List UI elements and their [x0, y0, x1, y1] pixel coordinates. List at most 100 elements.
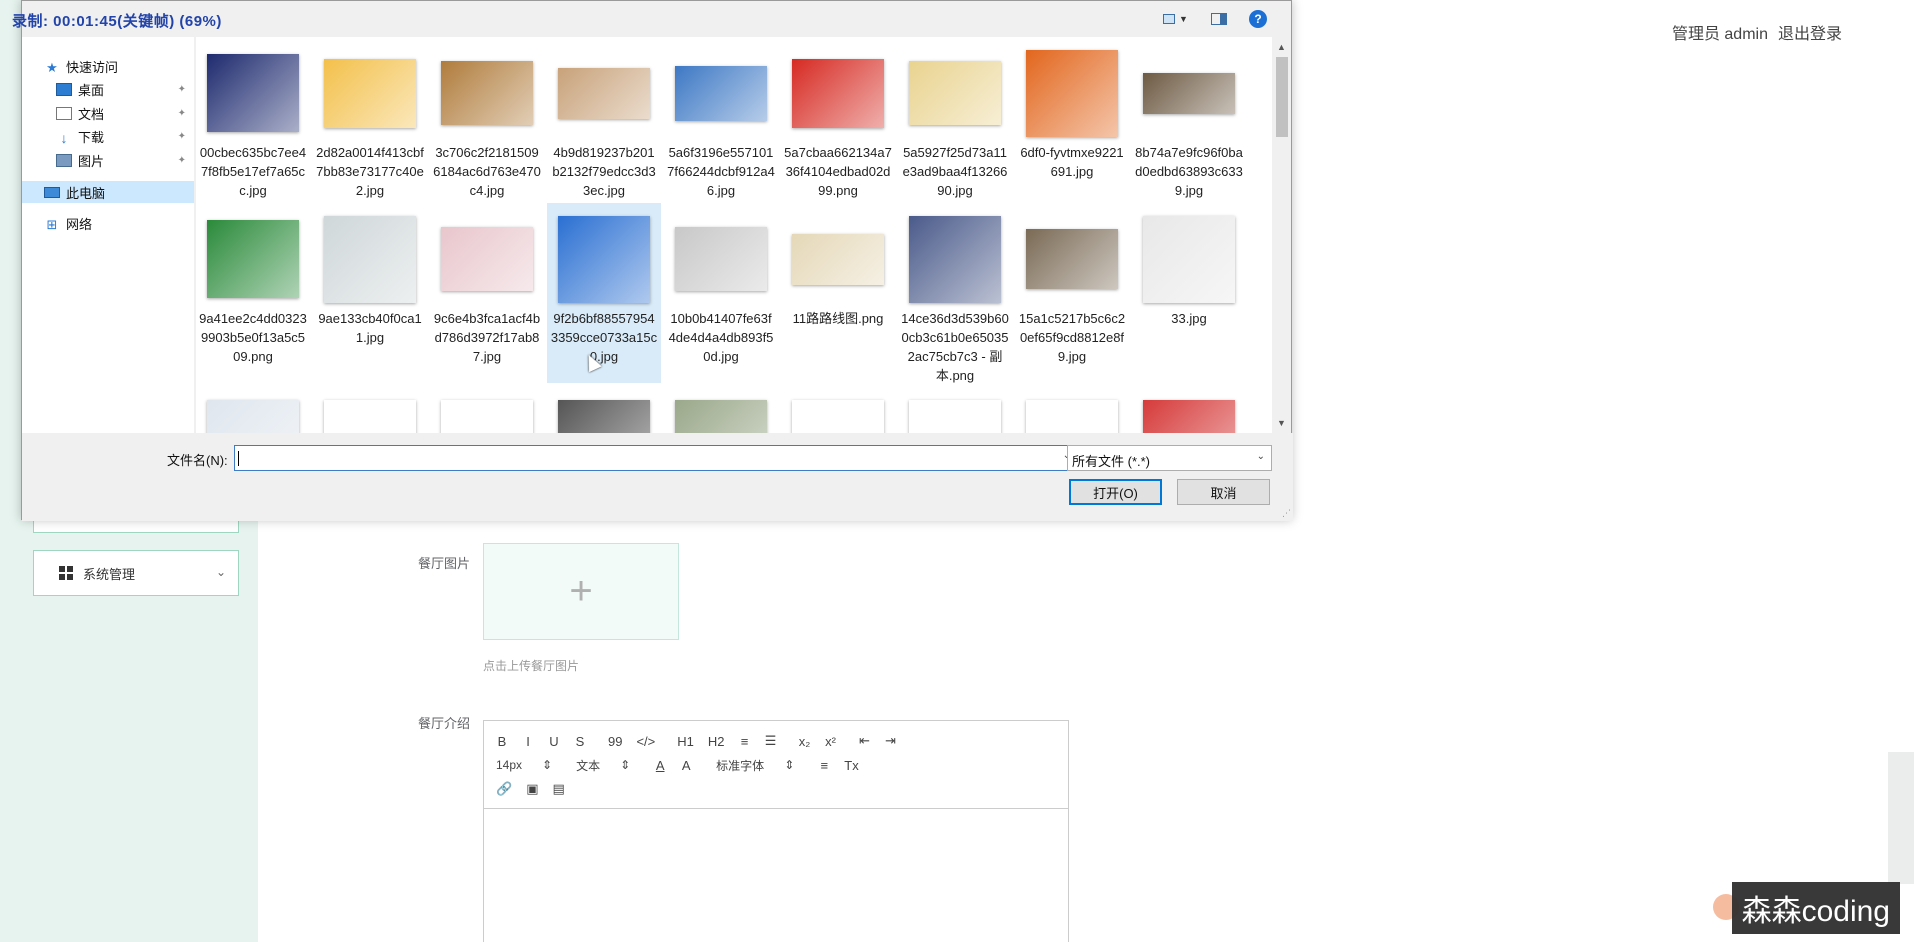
network-icon: ⊞ [46, 216, 58, 232]
file-item[interactable]: 4b9d819237b201b2132f79edcc3d33ec.jpg [547, 37, 661, 201]
file-thumbnail [673, 393, 769, 433]
editor-toolbar-button[interactable]: ⇥ [885, 733, 897, 749]
dialog-toolbar: ▼ ? [1163, 10, 1267, 28]
file-item[interactable] [313, 385, 427, 433]
file-name: 8b74a7e9fc96f0bad0edbd63893c6339.jpg [1135, 145, 1243, 198]
file-name: 2d82a0014f413cbf7bb83e73177c40e2.jpg [316, 145, 424, 198]
file-item[interactable] [664, 385, 778, 433]
nav-network[interactable]: ⊞ 网络 [22, 212, 194, 234]
file-item[interactable]: 2d82a0014f413cbf7bb83e73177c40e2.jpg [313, 37, 427, 201]
scroll-up-icon[interactable]: ▲ [1272, 39, 1291, 55]
filetype-select[interactable]: 所有文件 (*.*) ⌄ [1067, 445, 1272, 471]
preview-pane-icon[interactable] [1211, 13, 1227, 25]
text-caret [238, 451, 239, 466]
scroll-down-icon[interactable]: ▼ [1272, 415, 1291, 431]
file-item[interactable]: 5a7cbaa662134a736f4104edbad02d99.png [781, 37, 895, 201]
editor-insert-button[interactable]: ▣ [526, 781, 538, 797]
clear-format-button[interactable]: Tx [844, 758, 858, 773]
text-style-select[interactable]: 文本 ⇕ [576, 757, 630, 774]
editor-toolbar-button[interactable]: 99 [608, 734, 622, 749]
file-thumbnail [673, 211, 769, 307]
file-item[interactable]: 9f2b6bf885579543359cce0733a15c0.jpg [547, 203, 661, 383]
file-item[interactable] [1132, 385, 1246, 433]
editor-insert-button[interactable]: ▤ [552, 781, 564, 797]
view-mode-icon[interactable]: ▼ [1163, 12, 1189, 26]
pin-icon: ✦ [177, 154, 186, 166]
sidebar-item-system-management[interactable]: 系统管理 ⌄ [33, 550, 239, 596]
file-item[interactable]: 00cbec635bc7ee47f8fb5e17ef7a65cc.jpg [196, 37, 310, 201]
desktop-icon [56, 82, 72, 96]
image-icon [1026, 229, 1118, 289]
nav-documents[interactable]: 文档 ✦ [22, 102, 194, 124]
file-item[interactable]: 15a1c5217b5c6c20ef65f9cd8812e8f9.jpg [1015, 203, 1129, 383]
file-item[interactable] [898, 385, 1012, 433]
file-item[interactable]: 8b74a7e9fc96f0bad0edbd63893c6339.jpg [1132, 37, 1246, 201]
restaurant-image-label: 餐厅图片 [418, 556, 471, 571]
editor-toolbar-button[interactable]: ☰ [765, 733, 777, 749]
editor-toolbar-button[interactable]: H1 [677, 734, 694, 749]
file-name: 5a5927f25d73a11e3ad9baa4f1326690.jpg [902, 145, 1008, 198]
file-item[interactable]: 5a6f3196e5571017f66244dcbf912a46.jpg [664, 37, 778, 201]
editor-toolbar-button[interactable]: U [548, 734, 560, 749]
logout-link[interactable]: 退出登录 [1778, 20, 1842, 44]
file-item[interactable] [196, 385, 310, 433]
editor-toolbar-button[interactable]: H2 [708, 734, 725, 749]
file-thumbnail [790, 211, 886, 307]
file-item[interactable]: 33.jpg [1132, 203, 1246, 383]
upload-tip: 点击上传餐厅图片 [483, 659, 580, 673]
vertical-scrollbar[interactable]: ▲ ▼ [1272, 37, 1291, 433]
nav-quick-access[interactable]: ★ 快速访问 [22, 55, 194, 77]
resize-grip-icon[interactable]: ⋰ [1282, 508, 1291, 519]
cancel-button[interactable]: 取消 [1177, 479, 1270, 505]
editor-toolbar-button[interactable]: x₂ [799, 734, 811, 749]
file-item[interactable]: 11路路线图.png [781, 203, 895, 383]
align-button[interactable]: ≡ [818, 758, 830, 773]
file-item[interactable]: 6df0-fyvtmxe9221691.jpg [1015, 37, 1129, 201]
pictures-icon [56, 153, 72, 167]
scroll-thumb[interactable] [1276, 57, 1288, 137]
file-name: 10b0b41407fe63f4de4d4a4db893f50d.jpg [668, 311, 774, 364]
background-color-button[interactable]: A [680, 758, 692, 773]
editor-insert-button[interactable]: 🔗 [496, 781, 512, 797]
filename-input[interactable]: ⌄ [234, 445, 1078, 471]
help-icon[interactable]: ? [1249, 10, 1267, 28]
file-thumbnail [322, 393, 418, 433]
image-icon [324, 399, 416, 433]
open-button[interactable]: 打开(O) [1069, 479, 1162, 505]
editor-toolbar-button[interactable]: ⇤ [859, 733, 871, 749]
file-name: 11路路线图.png [792, 311, 884, 326]
file-item[interactable]: 9ae133cb40f0ca11.jpg [313, 203, 427, 383]
file-item[interactable]: 14ce36d3d539b600cb3c61b0e650352ac75cb7c3… [898, 203, 1012, 383]
file-item[interactable] [547, 385, 661, 433]
editor-toolbar-button[interactable]: ≡ [739, 734, 751, 749]
editor-toolbar-button[interactable]: S [574, 734, 586, 749]
file-name: 3c706c2f21815096184ac6d763e470c4.jpg [433, 145, 541, 198]
font-family-select[interactable]: 标准字体 ⇕ [716, 757, 794, 774]
sidebar-item-label: 系统管理 [83, 566, 136, 582]
font-color-button[interactable]: A [654, 758, 666, 773]
editor-toolbar-button[interactable]: B [496, 734, 508, 749]
file-item[interactable] [1015, 385, 1129, 433]
filename-label: 文件名(N): [167, 453, 228, 468]
file-item[interactable]: 9a41ee2c4dd03239903b5e0f13a5c509.png [196, 203, 310, 383]
nav-downloads[interactable]: ↓ 下载 ✦ [22, 125, 194, 147]
file-item[interactable]: 9c6e4b3fca1acf4bd786d3972f17ab87.jpg [430, 203, 544, 383]
header-user-area: 管理员 admin 退出登录 [1672, 20, 1842, 44]
nav-pictures[interactable]: 图片 ✦ [22, 149, 194, 171]
file-item[interactable] [781, 385, 895, 433]
file-item[interactable]: 3c706c2f21815096184ac6d763e470c4.jpg [430, 37, 544, 201]
star-icon: ★ [46, 59, 58, 75]
editor-toolbar-button[interactable]: </> [636, 734, 655, 749]
file-item[interactable]: 5a5927f25d73a11e3ad9baa4f1326690.jpg [898, 37, 1012, 201]
file-item[interactable] [430, 385, 544, 433]
editor-toolbar-button[interactable]: I [522, 734, 534, 749]
file-thumbnail [907, 45, 1003, 141]
editor-toolbar-button[interactable]: x² [825, 734, 837, 749]
image-icon [675, 65, 767, 121]
rich-text-editor[interactable]: B I U S 99 </> H1 H2 ≡ ☰ x₂ x² ⇤ ⇥ 14px ⇕ 文本 ⇕ A A 标准字体… [483, 720, 1069, 942]
image-upload-box[interactable]: + [483, 543, 679, 640]
font-size-select[interactable]: 14px ⇕ [496, 758, 552, 772]
nav-this-pc[interactable]: 此电脑 [22, 181, 194, 203]
file-item[interactable]: 10b0b41407fe63f4de4d4a4db893f50d.jpg [664, 203, 778, 383]
nav-desktop[interactable]: 桌面 ✦ [22, 78, 194, 100]
